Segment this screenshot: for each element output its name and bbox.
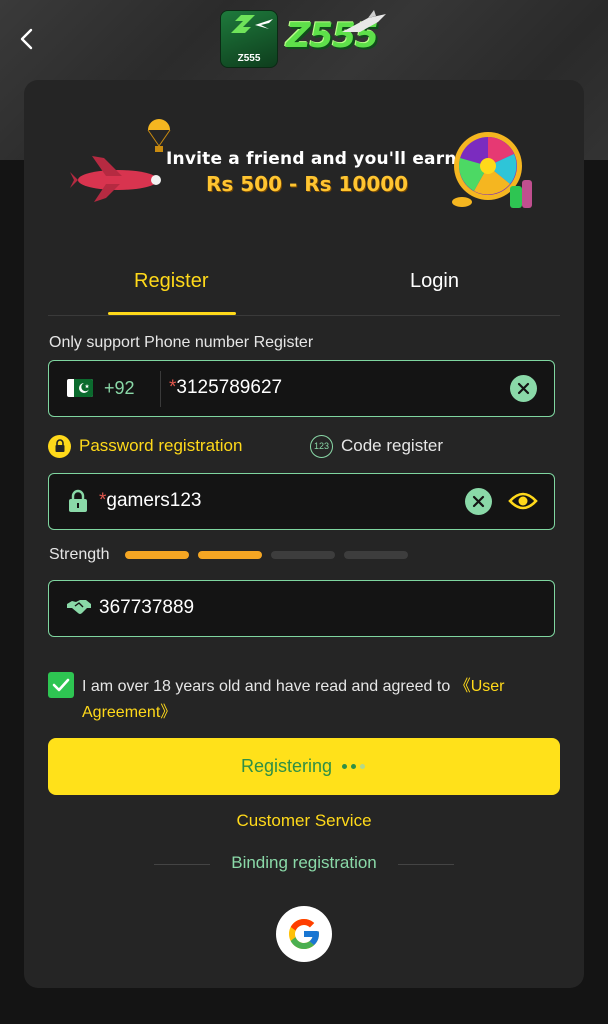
- binding-registration-divider: Binding registration: [154, 853, 454, 877]
- invite-code-input[interactable]: 367737889: [99, 597, 194, 619]
- prize-wheel-icon: [452, 132, 532, 208]
- pakistan-flag-icon[interactable]: [67, 379, 93, 397]
- phone-input[interactable]: *3125789627: [169, 377, 282, 399]
- eye-icon[interactable]: [508, 491, 538, 511]
- strength-bar-1: [125, 551, 189, 559]
- phone-field[interactable]: +92 *3125789627: [48, 360, 555, 417]
- password-field[interactable]: *gamers123: [48, 473, 555, 530]
- agreement-checkbox[interactable]: [48, 672, 74, 698]
- auth-tabs: Register Login: [48, 262, 560, 316]
- back-button[interactable]: [12, 24, 42, 54]
- binding-registration-label: Binding registration: [231, 853, 377, 872]
- password-input[interactable]: *gamers123: [99, 490, 201, 512]
- airplane-icon: [231, 15, 273, 33]
- customer-service-link[interactable]: Customer Service: [24, 811, 584, 831]
- app-logo: Z555 Z555: [218, 10, 390, 72]
- chevron-left-icon: [20, 28, 33, 50]
- handshake-icon: [67, 600, 91, 614]
- register-hint: Only support Phone number Register: [49, 334, 314, 351]
- code-icon: 123: [310, 434, 333, 458]
- google-icon: [289, 919, 319, 949]
- lock-icon: [69, 489, 87, 512]
- field-divider: [160, 371, 161, 407]
- tab-login[interactable]: Login: [410, 270, 459, 293]
- clear-phone-button[interactable]: [510, 375, 537, 402]
- google-signin-button[interactable]: [276, 906, 332, 962]
- jet-icon: [342, 10, 386, 32]
- agreement-text: I am over 18 years old and have read and…: [82, 674, 562, 726]
- logo-badge-text: Z555: [237, 53, 261, 64]
- checkmark-icon: [52, 678, 70, 692]
- close-icon: [472, 495, 485, 508]
- strength-bar-2: [198, 551, 262, 559]
- loading-dots-icon: [340, 764, 367, 769]
- strength-bar-4: [344, 551, 408, 559]
- password-registration-label: Password registration: [79, 436, 243, 455]
- code-register-label: Code register: [341, 436, 444, 455]
- register-card: Invite a friend and you'll earn Rs 500 -…: [24, 80, 584, 988]
- agreement-statement: I am over 18 years old and have read and…: [82, 678, 455, 695]
- code-register-option[interactable]: 123 Code register: [310, 433, 443, 459]
- logo-badge: Z555: [220, 10, 278, 68]
- lock-icon: [48, 434, 71, 458]
- country-code[interactable]: +92: [104, 378, 135, 399]
- strength-bar-3: [271, 551, 335, 559]
- invite-banner[interactable]: Invite a friend and you'll earn Rs 500 -…: [70, 116, 540, 226]
- active-tab-indicator: [108, 312, 236, 315]
- tab-register[interactable]: Register: [134, 270, 208, 293]
- register-button-label: Registering: [240, 756, 333, 776]
- close-icon: [517, 382, 530, 395]
- divider-line: [398, 864, 454, 865]
- password-registration-option[interactable]: Password registration: [48, 433, 242, 459]
- register-button[interactable]: Registering: [48, 738, 560, 795]
- phone-value: 3125789627: [176, 377, 283, 398]
- invite-code-field[interactable]: 367737889: [48, 580, 555, 637]
- banner-title: Invite a friend and you'll earn: [166, 149, 457, 169]
- banner-amount: Rs 500 - Rs 10000: [206, 172, 409, 196]
- strength-label: Strength: [49, 546, 110, 563]
- password-value: gamers123: [106, 490, 202, 511]
- clear-password-button[interactable]: [465, 488, 492, 515]
